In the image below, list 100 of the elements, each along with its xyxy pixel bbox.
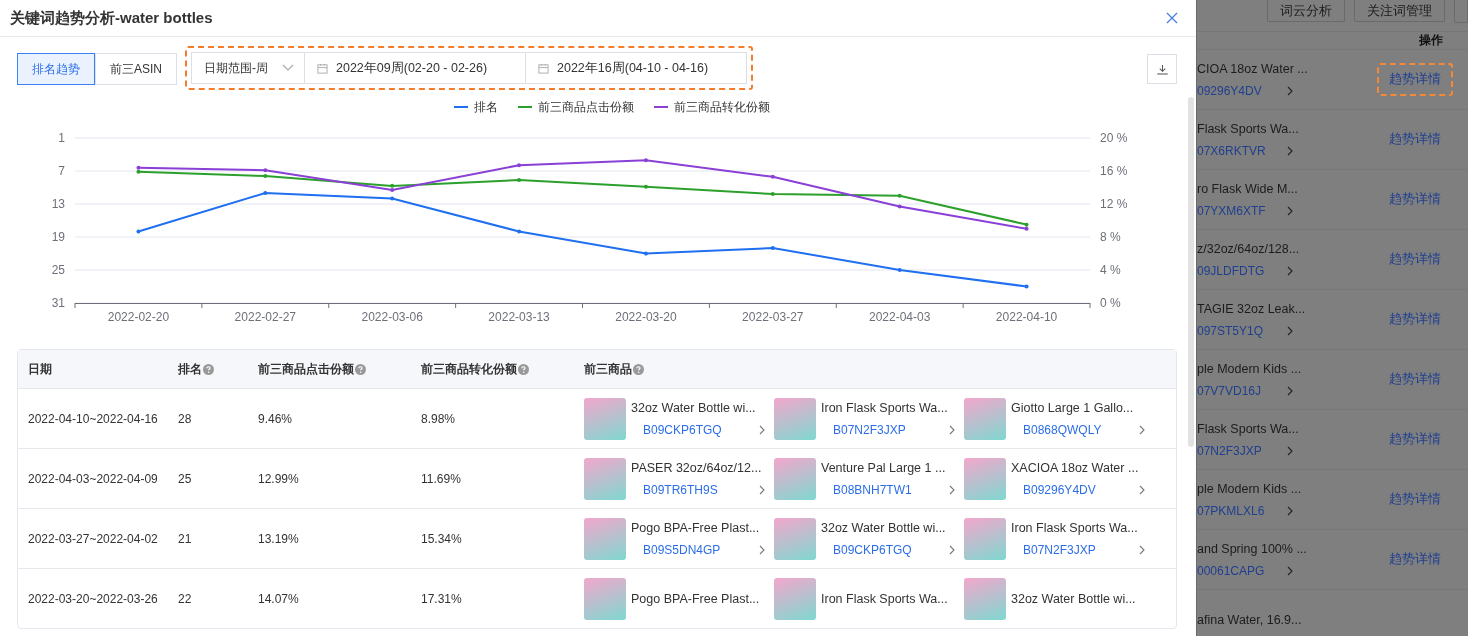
y-axis-label: 31 [51,296,65,310]
page-button[interactable]: 词云分析 [1267,0,1345,22]
asin-link[interactable]: B09296Y4DV [1023,482,1096,497]
asin-link[interactable]: 097ST5Y1Q [1197,323,1264,338]
chevron-right-icon[interactable] [1287,205,1293,216]
asin-link[interactable]: B09CKP6TGQ [643,422,722,437]
product-title: Flask Sports Wa... [1197,421,1300,436]
x-axis-label: 2022-04-10 [995,310,1058,324]
view-tab[interactable]: 前三ASIN [95,53,177,85]
y-axis-label: 16 % [1100,164,1128,178]
chevron-right-icon[interactable] [949,544,955,555]
legend-label[interactable]: 排名 [474,98,498,116]
asin-link[interactable]: B09TR6TH9S [643,482,718,497]
asin-link[interactable]: B07N2F3JXP [1023,542,1096,557]
view-tab[interactable]: 排名趋势 [17,53,95,85]
y-axis-label: 20 % [1100,131,1128,145]
page-button[interactable]: 关注词管理 [1354,0,1445,22]
trend-detail-link[interactable]: 趋势详情 [1377,63,1453,96]
photo-placeholder [774,517,816,560]
trend-detail-link[interactable]: 趋势详情 [1377,243,1453,276]
photo-placeholder [774,397,816,440]
legend-label[interactable]: 前三商品转化份额 [674,98,770,116]
range-select[interactable]: 日期范围-周 [191,52,305,84]
chevron-right-icon[interactable] [1287,265,1293,276]
chevron-right-icon[interactable] [949,424,955,435]
asin-link[interactable]: B0868QWQLY [1023,422,1102,437]
trend-detail-link[interactable]: 趋势详情 [1377,183,1453,216]
trend-detail-link[interactable]: 趋势详情 [1377,303,1453,336]
trend-detail-link[interactable]: 趋势详情 [1377,483,1453,516]
product-title: 32oz Water Bottle wi... [631,400,757,415]
download-button[interactable] [1147,54,1177,84]
scrollbar[interactable] [1188,97,1194,447]
photo-placeholder [964,517,1006,560]
dialog-title: 关键词趋势分析-water bottles [10,8,213,28]
trend-detail-link[interactable]: 趋势详情 [1377,363,1453,396]
product-title: TAGIE 32oz Leak... [1197,301,1307,316]
chevron-right-icon[interactable] [949,484,955,495]
y-axis-label: 25 [51,263,65,277]
help-icon[interactable] [518,363,529,375]
legend-label[interactable]: 前三商品点击份额 [538,98,634,116]
product-title: PASER 32oz/64oz/12... [631,460,763,475]
end-week-field[interactable]: 2022年16周(04-10 - 04-16) [526,52,747,84]
asin-link[interactable]: 07PKMLXL6 [1197,503,1265,518]
asin-link[interactable]: 09296Y4DV [1197,83,1262,98]
photo-placeholder [584,577,626,620]
product-title: Pogo BPA-Free Plast... [631,591,761,606]
help-icon[interactable] [355,363,366,375]
asin-link[interactable]: 09JLDFDTG [1197,263,1265,278]
photo-placeholder [584,457,626,500]
asin-link[interactable]: 07YXM6XTF [1197,203,1266,218]
asin-link[interactable]: B07N2F3JXP [833,422,906,437]
column-header: 前三商品转化份额 [421,360,517,378]
x-axis-label: 2022-02-20 [107,310,170,324]
help-icon[interactable] [203,363,214,375]
close-icon[interactable] [1166,12,1178,24]
chevron-right-icon[interactable] [759,484,765,495]
product-title: XACIOA 18oz Water ... [1011,460,1140,475]
chevron-right-icon[interactable] [1139,544,1145,555]
asin-link[interactable]: 07V7VD16J [1197,383,1262,398]
chevron-right-icon[interactable] [1287,445,1293,456]
calendar-icon [538,62,549,74]
trend-detail-link[interactable]: 趋势详情 [1377,543,1453,576]
column-header: 操作 [1419,32,1443,49]
table-cell: 9.46% [258,411,293,426]
chevron-right-icon[interactable] [759,544,765,555]
x-axis-label: 2022-03-13 [488,310,550,324]
product-title: 32oz Water Bottle wi... [1011,591,1137,606]
asin-link[interactable]: B08BNH7TW1 [833,482,912,497]
chevron-right-icon[interactable] [1287,145,1293,156]
table-cell: 2022-04-03~2022-04-09 [28,471,158,486]
x-axis-label: 2022-04-03 [869,310,931,324]
trend-detail-link[interactable]: 趋势详情 [1377,423,1453,456]
table-cell: 15.34% [421,531,462,546]
product-title: z/32oz/64oz/128... [1197,241,1301,256]
asin-link[interactable]: 00061CAPG [1197,563,1265,578]
chevron-right-icon[interactable] [1287,325,1293,336]
product-title: and Spring 100% ... [1197,541,1307,556]
chevron-right-icon[interactable] [1287,505,1293,516]
chevron-right-icon[interactable] [1287,565,1293,576]
table-cell: 8.98% [421,411,456,426]
chevron-right-icon[interactable] [1139,424,1145,435]
y-axis-label: 4 % [1100,263,1121,277]
help-icon[interactable] [633,363,644,375]
chevron-right-icon[interactable] [1287,85,1293,96]
asin-link[interactable]: 07N2F3JXP [1197,443,1262,458]
column-header: 前三商品 [584,360,632,378]
asin-link[interactable]: B09S5DN4GP [643,542,721,557]
chevron-right-icon[interactable] [1287,385,1293,396]
product-title: 32oz Water Bottle wi... [821,520,947,535]
chevron-right-icon[interactable] [759,424,765,435]
asin-link[interactable]: 07X6RKTVR [1197,143,1266,158]
table-cell: 13.19% [258,531,299,546]
asin-link[interactable]: B09CKP6TGQ [833,542,912,557]
product-title: ro Flask Wide M... [1197,181,1299,196]
chevron-right-icon[interactable] [1139,484,1145,495]
start-week-field[interactable]: 2022年09周(02-20 - 02-26) [305,52,526,84]
y-axis-label: 7 [58,164,65,178]
table-cell: 2022-03-27~2022-04-02 [28,531,158,546]
product-title: Venture Pal Large 1 ... [821,460,947,475]
trend-detail-link[interactable]: 趋势详情 [1377,123,1453,156]
